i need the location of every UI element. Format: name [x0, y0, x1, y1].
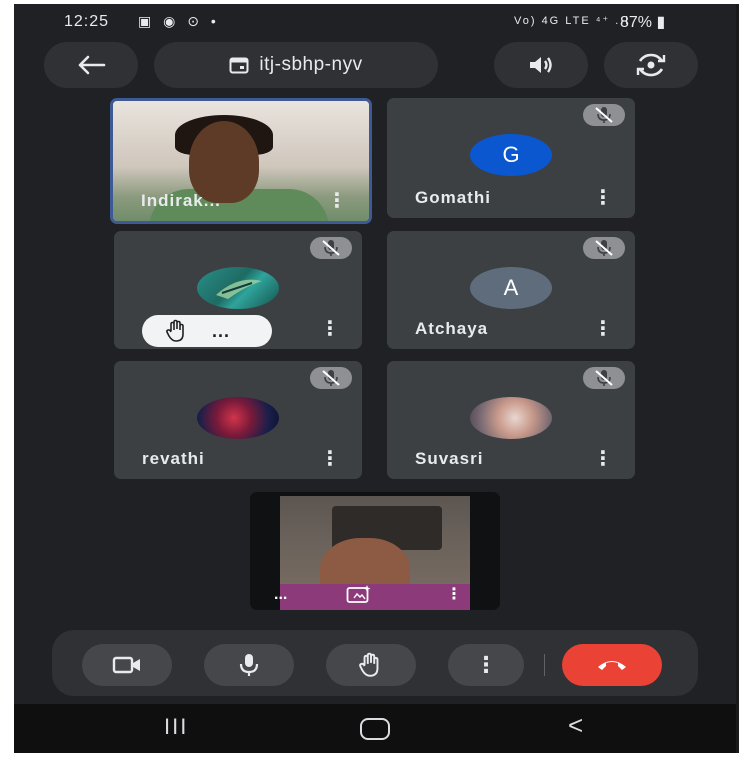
arrow-back-icon: [78, 55, 106, 75]
switch-camera-button[interactable]: [604, 42, 698, 88]
home-button[interactable]: [360, 718, 390, 740]
mic-off-badge: [583, 104, 625, 126]
self-video-cloth: [280, 584, 470, 610]
participant-tile-gomathi[interactable]: G Gomathi ⋮: [387, 98, 635, 218]
battery-level: 87% ▮: [620, 14, 666, 31]
participant-tile-hand-raised[interactable]: ... ⋮: [114, 231, 362, 349]
mic-off-icon: [322, 240, 340, 256]
participant-menu-button[interactable]: ⋮: [327, 188, 347, 213]
participant-tile-atchaya[interactable]: A Atchaya ⋮: [387, 231, 635, 349]
leaf-picture-icon: [216, 279, 262, 299]
participant-menu-button[interactable]: ⋮: [320, 316, 340, 341]
avatar-image: [197, 397, 279, 439]
participant-name: Suvasri: [415, 449, 484, 468]
participant-tile-suvasri[interactable]: Suvasri ⋮: [387, 361, 635, 479]
system-navigation-bar: III <: [14, 704, 736, 753]
mic-off-icon: [595, 107, 613, 123]
more-options-button[interactable]: ⋮: [448, 644, 524, 686]
participant-menu-button[interactable]: ⋮: [320, 446, 340, 471]
hand-more: ...: [212, 320, 231, 341]
audio-output-button[interactable]: [494, 42, 588, 88]
participant-menu-button[interactable]: ⋮: [593, 185, 613, 210]
raise-hand-icon: [359, 652, 379, 677]
self-view-tile[interactable]: ... ⋮: [250, 492, 500, 610]
mic-toggle-button[interactable]: [204, 644, 294, 686]
participant-tile-indirak[interactable]: Indirak... ⋮: [110, 98, 372, 224]
meeting-code: itj-sbhp-nyv: [259, 54, 363, 75]
mic-off-icon: [322, 370, 340, 386]
avatar-image: [197, 267, 279, 309]
end-call-button[interactable]: [562, 644, 662, 686]
network-icons: Vo) 4G LTE ⁴⁺ .ıl: [514, 15, 630, 27]
call-controls-bar: ⋮: [52, 630, 698, 696]
avatar-image: [470, 397, 552, 439]
meet-screen: 12:25 ▣ ◉ ⊙ • Vo) 4G LTE ⁴⁺ .ıl 87% ▮ it…: [14, 4, 736, 753]
camera-icon: [112, 656, 140, 674]
mic-icon: [239, 654, 259, 676]
mic-off-badge: [583, 237, 625, 259]
mic-off-badge: [310, 367, 352, 389]
raised-hand-indicator: ...: [142, 315, 272, 347]
participant-name: Gomathi: [415, 188, 491, 207]
participant-name: revathi: [142, 449, 205, 468]
controls-divider: [544, 654, 545, 676]
speaker-icon: [530, 57, 552, 73]
avatar: A: [470, 267, 552, 309]
participant-menu-button[interactable]: ⋮: [593, 446, 613, 471]
mic-off-icon: [595, 240, 613, 256]
end-call-icon: [598, 661, 626, 670]
back-nav-button[interactable]: <: [568, 710, 583, 741]
participant-name: Indirak...: [141, 191, 221, 210]
self-view-menu-button[interactable]: ⋮: [446, 584, 462, 604]
participant-name: Atchaya: [415, 319, 489, 338]
status-bar: 12:25 ▣ ◉ ⊙ • Vo) 4G LTE ⁴⁺ .ıl 87% ▮: [14, 4, 736, 38]
raise-hand-button[interactable]: [326, 644, 416, 686]
camera-toggle-button[interactable]: [82, 644, 172, 686]
calendar-icon: [229, 57, 249, 74]
frame-edge: [736, 4, 739, 753]
recents-button[interactable]: III: [164, 714, 188, 740]
avatar-letter: A: [503, 275, 519, 300]
mic-off-icon: [595, 370, 613, 386]
raised-hand-icon: [166, 319, 184, 342]
meeting-info-button[interactable]: itj-sbhp-nyv: [154, 42, 438, 88]
self-view-dots: ...: [274, 586, 288, 603]
back-button[interactable]: [44, 42, 138, 88]
switch-camera-icon: [636, 53, 666, 77]
status-time: 12:25: [64, 13, 110, 30]
more-options-icon: ⋮: [475, 652, 497, 677]
notification-icons: ▣ ◉ ⊙ •: [138, 13, 220, 29]
mic-off-badge: [310, 237, 352, 259]
avatar-letter: G: [502, 142, 520, 167]
participant-tile-revathi[interactable]: revathi ⋮: [114, 361, 362, 479]
visual-effects-icon[interactable]: [346, 584, 372, 604]
avatar: G: [470, 134, 552, 176]
participant-menu-button[interactable]: ⋮: [593, 316, 613, 341]
mic-off-badge: [583, 367, 625, 389]
